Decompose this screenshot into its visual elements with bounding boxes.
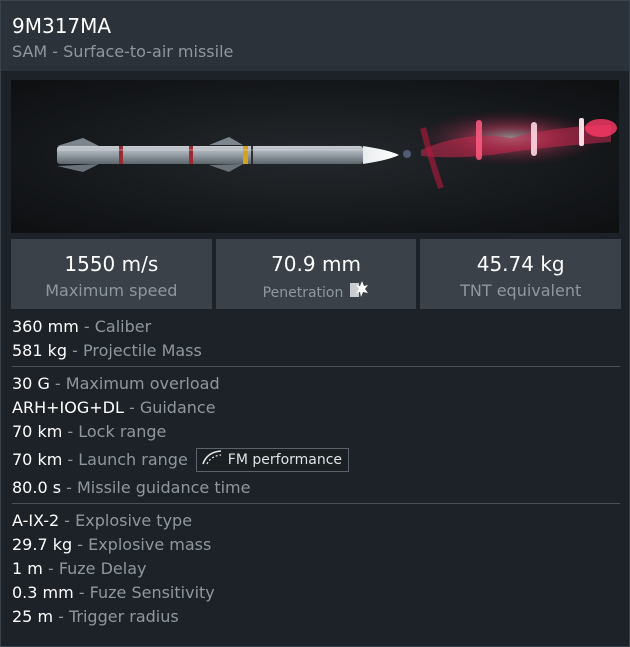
divider: [12, 366, 620, 367]
prop-separator: -: [53, 607, 69, 626]
tnt-value: 45.74 kg: [476, 252, 565, 276]
prop-separator: -: [62, 422, 79, 441]
max-speed-label: Maximum speed: [45, 281, 178, 300]
prop-value: 29.7 kg: [12, 535, 73, 554]
explosion-icon[interactable]: [349, 279, 369, 307]
prop-label: Projectile Mass: [83, 341, 202, 360]
prop-projectile-mass: 581 kg - Projectile Mass: [12, 339, 620, 363]
prop-value: 80.0 s: [12, 478, 62, 497]
prop-label: Maximum overload: [65, 374, 220, 393]
prop-separator: -: [59, 511, 76, 530]
prop-value: 70 km: [12, 450, 63, 469]
prop-label: Launch range: [78, 450, 188, 469]
prop-separator: -: [73, 583, 90, 602]
prop-label: Explosive type: [75, 511, 193, 530]
stat-tnt: 45.74 kg TNT equivalent: [420, 239, 622, 309]
prop-value: ARH+IOG+DL: [12, 398, 124, 417]
divider: [12, 503, 620, 504]
prop-guidance-time: 80.0 s - Missile guidance time: [12, 476, 620, 500]
stat-max-speed: 1550 m/s Maximum speed: [11, 239, 212, 309]
prop-separator: -: [72, 535, 89, 554]
missile-title: 9M317MA: [12, 14, 112, 38]
prop-fuze-delay: 1 m - Fuze Delay: [12, 557, 620, 581]
prop-value: 0.3 mm: [12, 583, 74, 602]
penetration-label-row: Penetration: [263, 279, 370, 307]
prop-max-overload: 30 G - Maximum overload: [12, 372, 620, 396]
prop-lock-range: 70 km - Lock range: [12, 420, 620, 444]
prop-separator: -: [67, 341, 83, 360]
prop-separator: -: [49, 374, 66, 393]
prop-explosive-type: A-IX-2 - Explosive type: [12, 509, 620, 533]
fm-performance-label: FM performance: [227, 452, 343, 468]
prop-value: 581 kg: [12, 341, 68, 360]
prop-launch-range: 70 km - Launch range FM performance: [12, 444, 620, 476]
prop-label: Caliber: [94, 317, 152, 336]
prop-value: 1 m: [12, 559, 43, 578]
penetration-value: 70.9 mm: [271, 252, 361, 276]
prop-separator: -: [78, 317, 95, 336]
trajectory-curve-icon: [201, 449, 223, 472]
prop-fuze-sensitivity: 0.3 mm - Fuze Sensitivity: [12, 581, 620, 605]
fm-performance-button[interactable]: FM performance: [195, 448, 350, 472]
missile-info-card: 9M317MA SAM - Surface-to-air missile 155…: [0, 0, 630, 647]
prop-label: Explosive mass: [88, 535, 212, 554]
prop-label: Fuze Sensitivity: [89, 583, 215, 602]
stat-penetration: 70.9 mm Penetration: [215, 239, 417, 309]
missile-render: [11, 80, 619, 233]
prop-caliber: 360 mm - Caliber: [12, 315, 620, 339]
prop-explosive-mass: 29.7 kg - Explosive mass: [12, 533, 620, 557]
missile-image: [11, 80, 619, 233]
prop-separator: -: [42, 559, 59, 578]
prop-value: A-IX-2: [12, 511, 60, 530]
prop-label: Lock range: [78, 422, 167, 441]
prop-separator: -: [62, 450, 79, 469]
card-header: 9M317MA SAM - Surface-to-air missile: [1, 1, 629, 71]
property-list: 360 mm - Caliber 581 kg - Projectile Mas…: [12, 315, 620, 629]
prop-separator: -: [61, 478, 77, 497]
prop-value: 360 mm: [12, 317, 79, 336]
prop-guidance: ARH+IOG+DL - Guidance: [12, 396, 620, 420]
prop-trigger-radius: 25 m - Trigger radius: [12, 605, 620, 629]
prop-value: 25 m: [12, 607, 54, 626]
prop-label: Trigger radius: [68, 607, 179, 626]
missile-subtitle: SAM - Surface-to-air missile: [12, 42, 234, 61]
prop-separator: -: [123, 398, 140, 417]
prop-label: Guidance: [139, 398, 216, 417]
prop-value: 70 km: [12, 422, 63, 441]
prop-value: 30 G: [12, 374, 50, 393]
tnt-label: TNT equivalent: [460, 281, 582, 300]
prop-label: Fuze Delay: [58, 559, 147, 578]
max-speed-value: 1550 m/s: [64, 252, 159, 276]
stat-tiles: 1550 m/s Maximum speed 70.9 mm Penetrati…: [11, 239, 622, 309]
prop-label: Missile guidance time: [77, 478, 251, 497]
penetration-label: Penetration: [262, 285, 344, 301]
